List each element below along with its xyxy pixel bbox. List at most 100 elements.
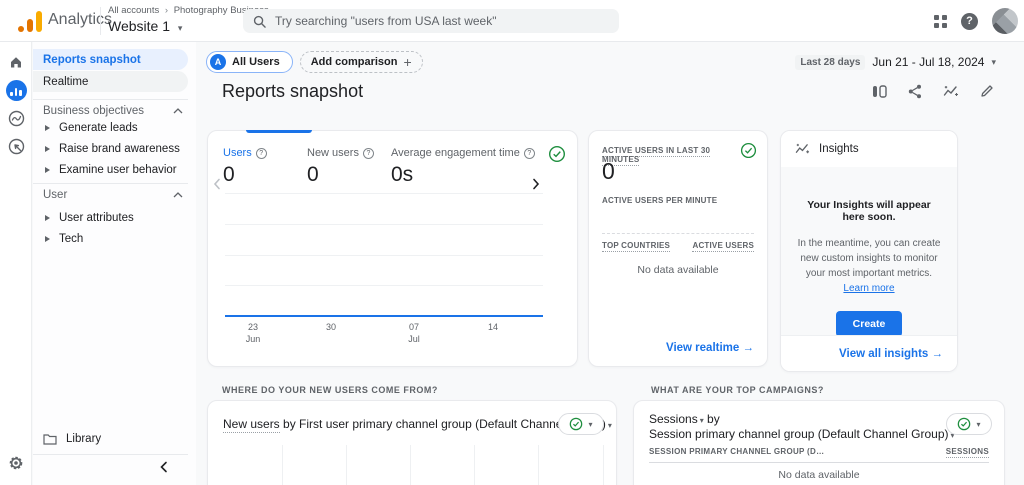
table-header-row: SESSION PRIMARY CHANNEL GROUP (D… SESSIO… [649, 447, 989, 458]
metric-value: 0 [223, 163, 307, 187]
x-axis-tick: 07 Jul [392, 322, 436, 345]
customize-report-icon[interactable] [980, 84, 994, 98]
learn-more-link[interactable]: Learn more [843, 283, 894, 294]
date-preset-badge: Last 28 days [795, 55, 865, 70]
nav-section-label: Business objectives [43, 105, 144, 117]
section-label-new-users: WHERE DO YOUR NEW USERS COME FROM? [222, 385, 438, 395]
nav-divider [33, 99, 188, 100]
comparison-chips: A All Users Add comparison + [206, 51, 423, 73]
avatar[interactable] [992, 8, 1018, 34]
create-insight-button[interactable]: Create [836, 311, 903, 337]
share-icon[interactable] [908, 84, 922, 99]
empty-state-text: No data available [589, 264, 767, 276]
property-name: Website 1 [108, 18, 170, 34]
help-tooltip-icon[interactable]: ? [256, 148, 267, 159]
nav-item-realtime[interactable]: Realtime [33, 71, 188, 92]
metric-value: 0s [391, 163, 551, 187]
dashed-divider [602, 233, 754, 234]
edit-comparisons-icon[interactable] [872, 84, 887, 99]
data-quality-icon[interactable] [548, 145, 566, 168]
nav-item-tech[interactable]: Tech [45, 233, 83, 245]
help-icon[interactable]: ? [961, 13, 978, 30]
controls-row: A All Users Add comparison + Last 28 day… [206, 50, 996, 74]
plus-icon: + [404, 54, 412, 70]
carousel-prev-icon[interactable] [212, 177, 222, 196]
collapse-nav-icon[interactable] [158, 460, 170, 479]
view-realtime-link[interactable]: View realtime → [666, 342, 754, 354]
chart-gridline [225, 285, 543, 286]
date-range-selector[interactable]: Last 28 days Jun 21 - Jul 18, 2024 ▾ [795, 55, 996, 70]
admin-gear-icon[interactable] [0, 455, 32, 471]
nav-section-user[interactable]: User [43, 189, 183, 201]
nav-item-label: Reports snapshot [43, 54, 141, 66]
search-input[interactable] [275, 14, 609, 28]
nav-item-label: Library [66, 433, 101, 445]
active-users-header: ACTIVE USERS [692, 241, 754, 252]
nav-item-library[interactable]: Library [43, 433, 101, 445]
chart-gridline [225, 255, 543, 256]
nav-item-examine-user-behavior[interactable]: Examine user behavior [45, 164, 177, 176]
metric-dropdown[interactable]: Sessions [649, 412, 698, 426]
expand-arrow-icon [45, 167, 50, 173]
view-all-insights-link[interactable]: View all insights → [839, 348, 943, 360]
page-title: Reports snapshot [222, 81, 363, 102]
nav-item-user-attributes[interactable]: User attributes [45, 212, 134, 224]
dimension-dropdown[interactable]: Session primary channel group (Default C… [649, 427, 949, 441]
advertising-icon[interactable] [0, 132, 32, 160]
caret-down-icon: ▾ [588, 420, 592, 429]
nav-item-raise-brand-awareness[interactable]: Raise brand awareness [45, 143, 180, 155]
metric-value: 0 [307, 163, 391, 187]
nav-item-label: Realtime [43, 76, 88, 88]
top-countries-header: TOP COUNTRIES [602, 241, 670, 252]
analytics-logo-icon [20, 10, 42, 32]
data-quality-icon[interactable] [740, 142, 757, 164]
breadcrumb-separator-icon: › [165, 5, 168, 16]
nav-divider [33, 183, 188, 184]
card-title-line2: Session primary channel group (Default C… [649, 427, 955, 441]
all-users-chip[interactable]: A All Users [206, 51, 293, 73]
metric-label: Average engagement time [391, 147, 520, 159]
home-icon[interactable] [0, 48, 32, 76]
icon-rail [0, 42, 32, 485]
x-axis-tick: 30 [309, 322, 353, 334]
metric-dropdown[interactable]: New users [223, 417, 280, 433]
add-comparison-button[interactable]: Add comparison + [300, 51, 423, 73]
chart-gridline [603, 445, 604, 485]
chart-gridline [225, 193, 543, 194]
realtime-card: ACTIVE USERS IN LAST 30 MINUTES 0 ACTIVE… [588, 130, 768, 367]
nav-item-generate-leads[interactable]: Generate leads [45, 122, 138, 134]
x-axis-tick: 23 Jun [231, 322, 275, 345]
nav-item-label: User attributes [59, 212, 134, 224]
search-bar[interactable] [243, 9, 619, 33]
top-bar: Analytics All accounts › Photography Bus… [0, 0, 1024, 42]
main-content: A All Users Add comparison + Last 28 day… [196, 42, 1024, 485]
title-row: Reports snapshot [222, 78, 994, 104]
explore-icon[interactable] [0, 104, 32, 132]
nav-item-reports-snapshot[interactable]: Reports snapshot [33, 49, 188, 70]
insights-header: Insights [781, 131, 957, 167]
tab-users[interactable]: Users ? 0 [223, 147, 307, 187]
realtime-table-header: TOP COUNTRIES ACTIVE USERS [602, 241, 754, 252]
active-tab-indicator [246, 130, 312, 133]
tab-new-users[interactable]: New users ? 0 [307, 147, 391, 187]
data-quality-dropdown[interactable]: ▾ [946, 413, 992, 435]
help-tooltip-icon[interactable]: ? [524, 148, 535, 159]
reports-icon[interactable] [0, 76, 32, 104]
comparison-badge: A [210, 54, 226, 70]
insights-icon[interactable] [943, 84, 959, 99]
users-series-line [225, 315, 543, 317]
caret-down-icon: ▾ [991, 57, 996, 68]
help-tooltip-icon[interactable]: ? [363, 148, 374, 159]
caret-down-icon[interactable]: ▾ [608, 421, 612, 430]
analytics-app: Analytics All accounts › Photography Bus… [0, 0, 1024, 485]
nav-section-business-objectives[interactable]: Business objectives [43, 105, 183, 117]
apps-grid-icon[interactable] [934, 15, 947, 28]
expand-arrow-icon [45, 146, 50, 152]
folder-icon [43, 433, 57, 445]
product-name: Analytics [48, 11, 112, 29]
chip-label: Add comparison [311, 56, 398, 68]
caret-down-icon: ▾ [178, 23, 183, 33]
insights-footer: View all insights → [781, 335, 957, 371]
tab-average-engagement-time[interactable]: Average engagement time ? 0s [391, 147, 551, 187]
data-quality-dropdown[interactable]: ▾ [558, 413, 604, 435]
